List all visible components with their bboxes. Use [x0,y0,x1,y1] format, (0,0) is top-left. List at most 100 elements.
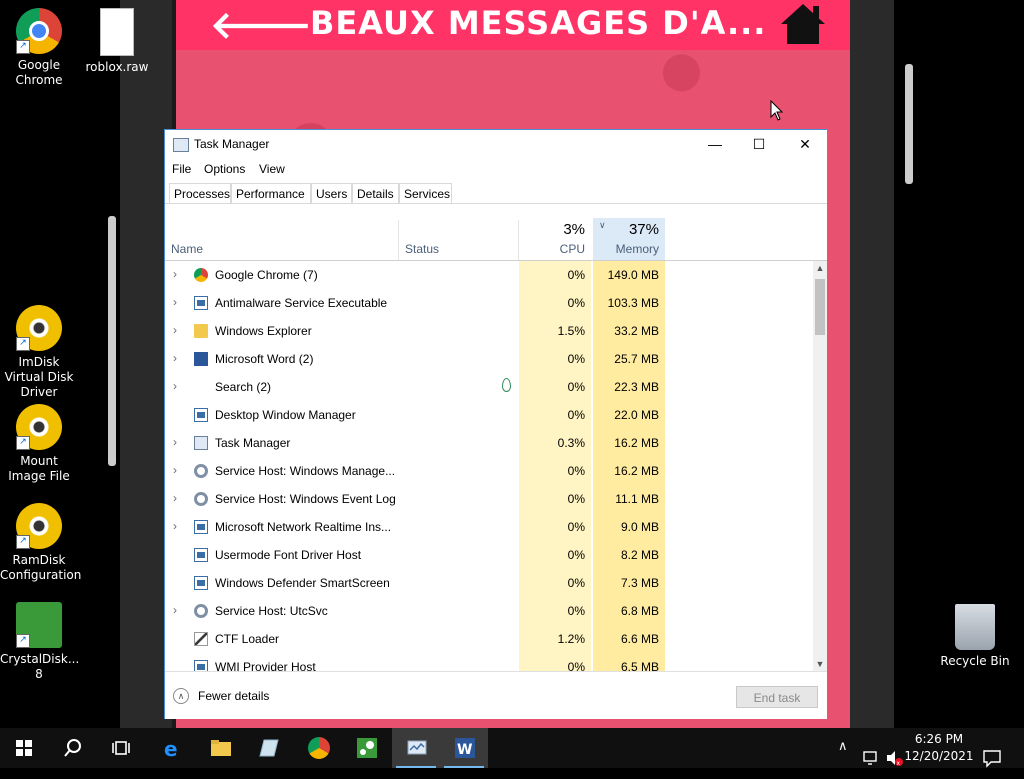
task-view-button[interactable] [96,728,144,768]
process-memory: 16.2 MB [614,436,659,450]
chevron-right-icon[interactable]: › [173,435,177,449]
svg-text:x: x [897,760,901,767]
chevron-right-icon[interactable]: › [173,323,177,337]
back-arrow-icon[interactable]: 🡐 [210,2,312,48]
title-bar[interactable]: Task Manager — ☐ ✕ [165,130,827,158]
chevron-right-icon[interactable]: › [173,351,177,365]
process-memory: 11.1 MB [615,492,659,506]
process-row[interactable]: › Windows Explorer 1.5% 33.2 MB [165,317,813,345]
network-icon[interactable] [862,738,880,778]
volume-muted-icon[interactable]: x [884,738,904,778]
process-memory: 7.3 MB [620,576,659,590]
column-header-cpu[interactable]: 3% CPU [519,218,591,260]
desktop-icon-imdisk[interactable]: ↗ ImDisk Virtual Disk Driver [0,305,78,400]
process-row[interactable]: › Microsoft Word (2) 0% 25.7 MB [165,345,813,373]
end-task-button[interactable]: End task [736,686,818,708]
taskbar-word[interactable]: W [440,728,488,768]
taskbar-internet-explorer[interactable]: e [148,728,196,768]
start-button[interactable] [0,728,48,768]
chevron-right-icon[interactable]: › [173,603,177,617]
scrollbar-thumb[interactable] [815,279,825,335]
chevron-right-icon[interactable]: › [173,463,177,477]
process-row[interactable]: Windows Defender SmartScreen 0% 7.3 MB [165,569,813,597]
fewer-details-link[interactable]: Fewer details [198,689,269,703]
process-cpu: 0% [567,576,585,590]
process-row[interactable]: Desktop Window Manager 0% 22.0 MB [165,401,813,429]
column-header-status[interactable]: Status [405,242,439,256]
chevron-up-icon[interactable]: ∧ [173,688,189,704]
process-name: Search (2) [215,380,272,394]
task-manager-window: Task Manager — ☐ ✕ File Options View Pro… [164,129,828,719]
scroll-down-icon[interactable]: ▼ [813,659,827,669]
desktop-icon-mount-image[interactable]: ↗ Mount Image File [0,404,78,484]
chrome-icon [308,737,330,759]
menu-file[interactable]: File [172,162,191,176]
process-cpu: 0% [567,520,585,534]
tab-performance[interactable]: Performance [231,183,311,204]
cpu-total-percent: 3% [563,221,585,238]
chevron-right-icon[interactable]: › [173,267,177,281]
process-name: Antimalware Service Executable [215,296,388,310]
desktop-icon-roblox-raw[interactable]: roblox.raw [78,8,156,75]
process-cpu: 0% [567,604,585,618]
column-header-name[interactable]: Name [171,242,203,256]
home-icon[interactable] [775,0,831,50]
process-row[interactable]: › Task Manager 0.3% 16.2 MB [165,429,813,457]
vertical-scrollbar[interactable]: ▲ ▼ [813,261,827,671]
process-cpu: 0% [567,492,585,506]
process-row[interactable]: WMI Provider Host 0% 6.5 MB [165,653,813,671]
chevron-right-icon[interactable]: › [173,295,177,309]
search-icon [64,739,81,757]
menu-view[interactable]: View [259,162,285,176]
taskbar-steam[interactable] [342,728,390,768]
scroll-up-icon[interactable]: ▲ [813,263,827,273]
process-row[interactable]: › Google Chrome (7) 0% 149.0 MB [165,261,813,289]
process-memory: 8.2 MB [620,548,659,562]
app-icon [194,520,208,534]
chevron-right-icon[interactable]: › [173,491,177,505]
maximize-button[interactable]: ☐ [736,130,782,158]
tab-users[interactable]: Users [311,183,352,204]
process-row[interactable]: › Service Host: UtcSvc 0% 6.8 MB [165,597,813,625]
process-name: CTF Loader [215,632,280,646]
chevron-right-icon[interactable]: › [173,519,177,533]
process-memory: 22.0 MB [614,408,659,422]
process-row[interactable]: › Search (2) 0% 22.3 MB [165,373,813,401]
minimize-button[interactable]: — [692,130,738,158]
process-name: Windows Defender SmartScreen [215,576,390,590]
window-title: Task Manager [194,137,270,151]
action-center-icon[interactable] [982,738,1002,778]
tab-processes[interactable]: Processes [169,183,231,204]
tab-services[interactable]: Services [399,183,452,204]
process-memory: 103.3 MB [607,296,659,310]
tab-details[interactable]: Details [352,183,399,204]
taskbar-file-explorer[interactable] [196,728,244,768]
taskbar-task-manager[interactable] [392,728,440,768]
search-button[interactable] [48,728,96,768]
app-icon [194,408,208,422]
clock-date: 12/20/2021 [904,749,974,763]
desktop-icon-chrome[interactable]: ↗ Google Chrome [0,8,78,88]
process-row[interactable]: › Microsoft Network Realtime Ins... 0% 9.0 … [165,513,813,541]
chevron-right-icon[interactable]: › [173,379,177,393]
close-button[interactable]: ✕ [782,130,828,158]
process-row[interactable]: › Antimalware Service Executable 0% 103.3 M… [165,289,813,317]
taskbar-app-glass[interactable] [244,728,292,768]
process-row[interactable]: Usermode Font Driver Host 0% 8.2 MB [165,541,813,569]
process-name: Service Host: UtcSvc [215,604,328,618]
process-cpu: 0% [567,352,585,366]
column-header-memory[interactable]: ∨ 37% Memory [593,218,665,260]
desktop-icon-crystaldisk[interactable]: ↗ CrystalDisk... 8 [0,602,79,682]
process-row[interactable]: › Service Host: Windows Manage... 0% 16.2 M… [165,457,813,485]
sort-descending-icon: ∨ [599,220,606,230]
menu-options[interactable]: Options [204,162,245,176]
system-clock[interactable]: 6:26 PM 12/20/2021 [904,731,974,765]
gear-icon [194,492,208,506]
taskbar-chrome[interactable] [294,728,342,768]
desktop-icon-ramdisk[interactable]: ↗ RamDisk Configuration [0,503,81,583]
chevron-up-icon[interactable]: ∧ [838,739,848,779]
desktop-icon-recycle-bin[interactable]: Recycle Bin [936,604,1014,669]
process-row[interactable]: › Service Host: Windows Event Log 0% 11.1 M… [165,485,813,513]
background-app-title: BEAUX MESSAGES D'A... [310,4,767,42]
process-row[interactable]: CTF Loader 1.2% 6.6 MB [165,625,813,653]
